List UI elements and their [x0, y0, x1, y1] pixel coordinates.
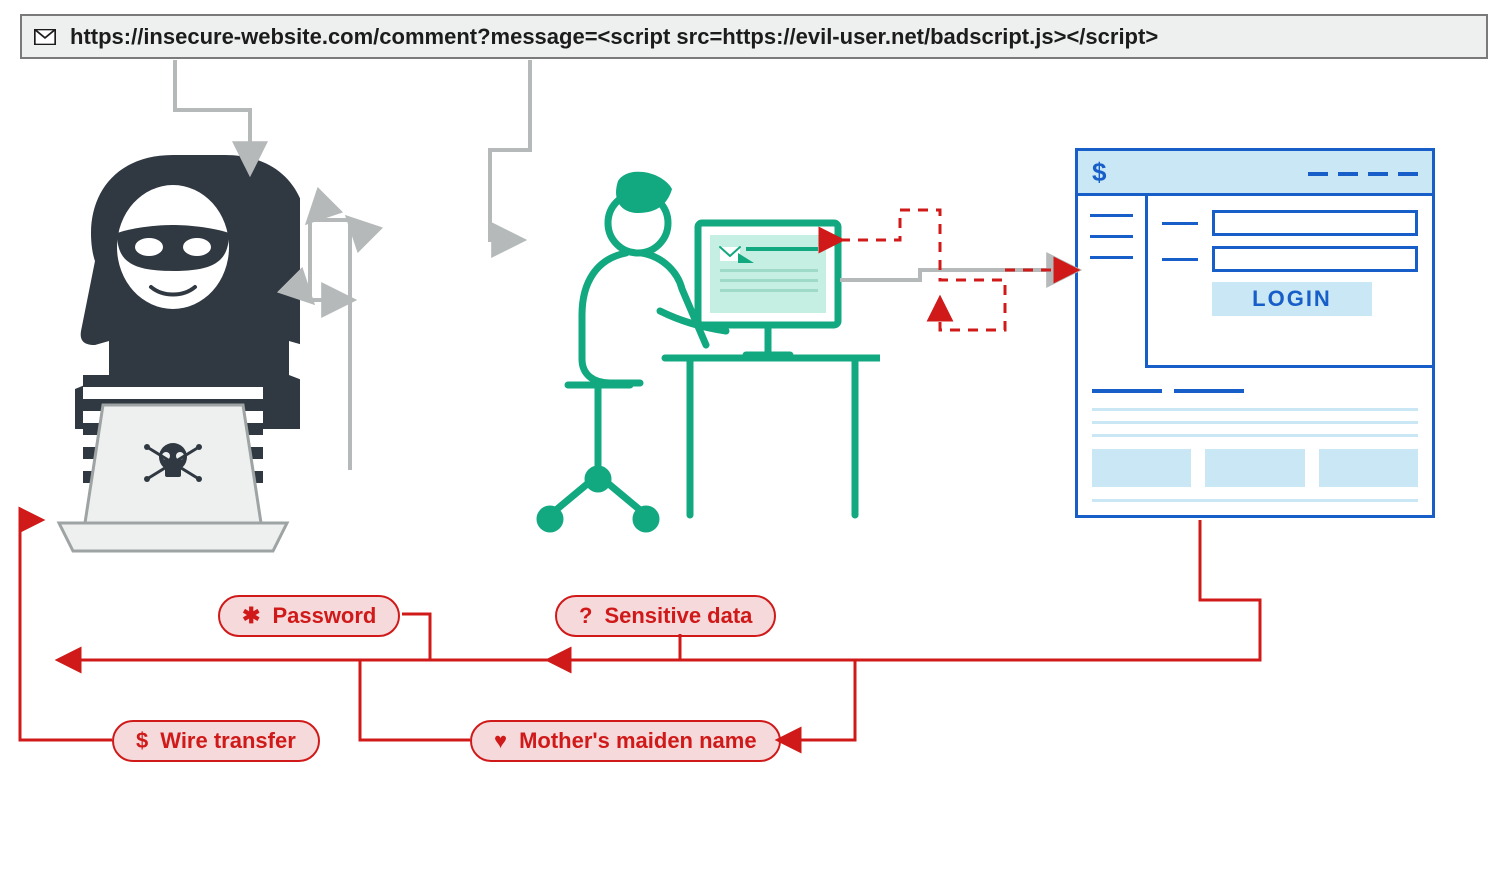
site-sidebar — [1078, 196, 1148, 368]
malicious-url-text: https://insecure-website.com/comment?mes… — [70, 24, 1158, 50]
question-icon: ? — [579, 603, 592, 629]
dollar-icon: $ — [136, 728, 148, 754]
pill-label: Sensitive data — [604, 603, 752, 629]
stolen-mother-pill: ♥ Mother's maiden name — [470, 720, 781, 762]
target-website-mock: $ LOGIN — [1075, 148, 1435, 518]
window-controls-icon — [1298, 163, 1418, 181]
password-field[interactable] — [1212, 246, 1418, 272]
site-content — [1078, 368, 1432, 514]
envelope-icon — [34, 29, 56, 45]
pill-label: Password — [272, 603, 376, 629]
pill-label: Wire transfer — [160, 728, 296, 754]
asterisk-icon: ✱ — [242, 603, 260, 629]
username-field[interactable] — [1212, 210, 1418, 236]
pill-label: Mother's maiden name — [519, 728, 757, 754]
login-form: LOGIN — [1148, 196, 1432, 368]
site-brand-icon: $ — [1092, 157, 1106, 188]
victim-figure — [510, 155, 880, 540]
stolen-wire-pill: $ Wire transfer — [112, 720, 320, 762]
attacker-figure — [45, 155, 300, 555]
stolen-password-pill: ✱ Password — [218, 595, 400, 637]
stolen-sensitive-pill: ? Sensitive data — [555, 595, 776, 637]
heart-icon: ♥ — [494, 728, 507, 754]
malicious-url-bar: https://insecure-website.com/comment?mes… — [20, 14, 1488, 59]
login-button[interactable]: LOGIN — [1212, 282, 1372, 316]
